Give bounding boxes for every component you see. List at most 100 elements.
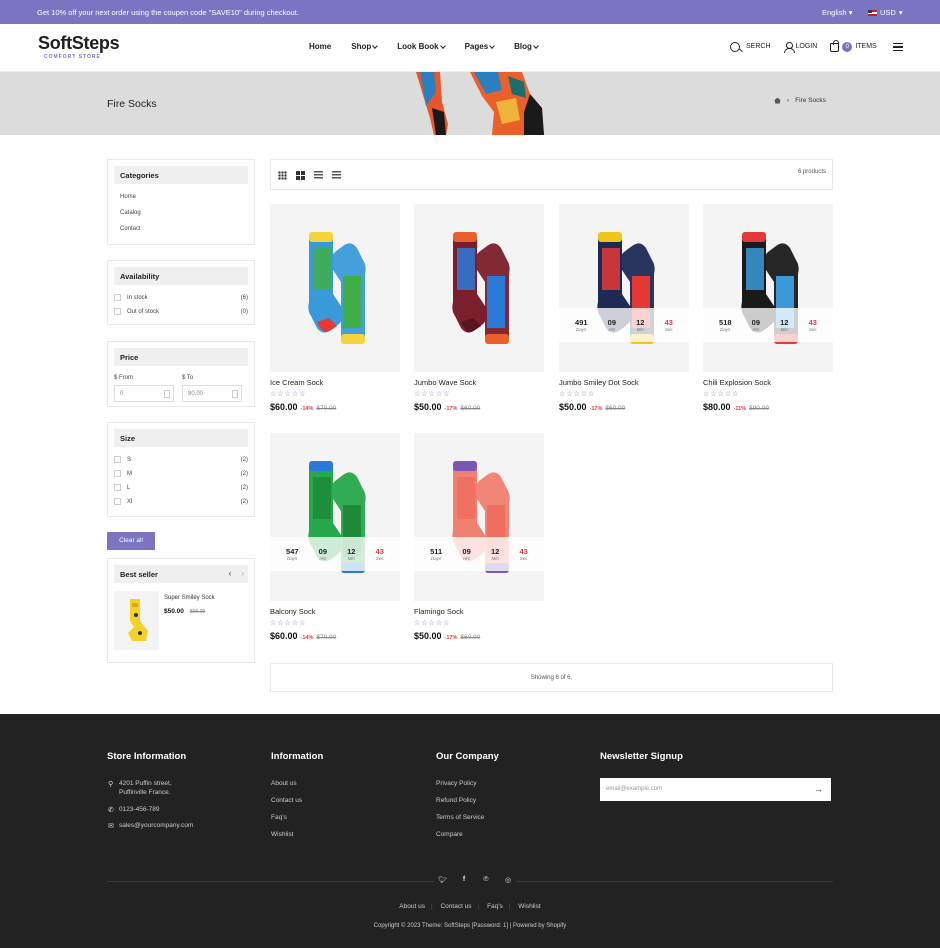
- stepper-icon[interactable]: [164, 390, 170, 398]
- nav-home[interactable]: Home: [309, 42, 331, 51]
- rating-stars: ☆☆☆☆☆: [703, 391, 740, 398]
- checkbox[interactable]: [114, 484, 121, 491]
- footer-link-faq[interactable]: Faq's: [271, 814, 287, 821]
- footer-link-about[interactable]: About us: [271, 780, 297, 787]
- footer-link-privacy[interactable]: Privacy Policy: [436, 780, 476, 787]
- pinterest-icon[interactable]: ℗: [482, 876, 490, 884]
- product-card[interactable]: 518 Days 09 Hrs 12 Min 43 Sec Chili Explosion So…: [703, 204, 833, 412]
- product-card[interactable]: 511 Days 09 Hrs 12 Min 43 Sec Flamingo Sock ☆☆☆☆☆…: [414, 433, 544, 641]
- nav-pages[interactable]: Pages: [465, 42, 495, 51]
- currency-selector[interactable]: USD ▾: [868, 8, 903, 17]
- timer-unit-min: 12 Min: [636, 318, 644, 332]
- chevron-down-icon: [372, 42, 379, 49]
- nav-shop[interactable]: Shop: [351, 42, 379, 51]
- price-to-input[interactable]: 80.00: [182, 385, 242, 402]
- phone-number[interactable]: 0123-456-789: [119, 806, 159, 813]
- bottom-link-faq[interactable]: Faq's: [487, 903, 503, 910]
- twitter-icon[interactable]: 🐦︎: [438, 876, 447, 884]
- old-price: $60.00: [460, 634, 481, 641]
- email-address[interactable]: sales@yourcompany.com: [119, 822, 193, 829]
- cart-button[interactable]: 0 ITEMS: [830, 40, 877, 52]
- category-link-catalog[interactable]: Catalog: [120, 210, 141, 216]
- copyright: Copyright © 2023 Theme: SoftSteps [Passw…: [373, 923, 567, 929]
- category-link-home[interactable]: Home: [120, 194, 136, 200]
- bottom-link-wishlist[interactable]: Wishlist: [518, 903, 540, 910]
- filter-in-stock[interactable]: In stock (6): [114, 294, 248, 301]
- product-name[interactable]: Jumbo Wave Sock: [414, 378, 544, 387]
- product-card[interactable]: Ice Cream Sock ☆☆☆☆☆ $60.00 -14% $70.00: [270, 204, 400, 412]
- menu-icon[interactable]: [893, 43, 903, 51]
- footer-link-wishlist[interactable]: Wishlist: [271, 831, 293, 838]
- product-image[interactable]: [414, 204, 544, 372]
- filter-size-s[interactable]: S (2): [114, 456, 248, 463]
- bottom-link-about[interactable]: About us: [399, 903, 425, 910]
- best-seller-name[interactable]: Super Smiley Sock: [164, 595, 215, 601]
- grid-4-view-icon[interactable]: [278, 171, 287, 180]
- product-image[interactable]: 547 Days 09 Hrs 12 Min 43 Sec: [270, 433, 400, 601]
- checkbox[interactable]: [114, 470, 121, 477]
- nav-blog[interactable]: Blog: [514, 42, 539, 51]
- chevron-right-icon[interactable]: ›: [241, 569, 244, 578]
- product-image[interactable]: 511 Days 09 Hrs 12 Min 43 Sec: [414, 433, 544, 601]
- chevron-left-icon[interactable]: ‹: [229, 569, 232, 578]
- product-card[interactable]: 491 Days 09 Hrs 12 Min 43 Sec Jumbo Smiley Dot S…: [559, 204, 689, 412]
- checkbox[interactable]: [114, 456, 121, 463]
- login-button[interactable]: LOGIN: [783, 41, 817, 53]
- filter-size-l[interactable]: L (2): [114, 484, 248, 491]
- category-link-contact[interactable]: Contact: [120, 226, 141, 232]
- filter-size-m[interactable]: M (2): [114, 470, 248, 477]
- filter-size-xl[interactable]: Xl (2): [114, 498, 248, 505]
- best-seller-image[interactable]: [114, 591, 159, 650]
- site-footer: Store Information ⚲ 4201 Puffin street, …: [0, 714, 940, 948]
- best-seller-nav: ‹ ›: [229, 569, 244, 578]
- currency-label: USD: [880, 8, 896, 17]
- filter-label: L: [127, 484, 131, 491]
- clear-all-button[interactable]: Clear all: [107, 532, 155, 550]
- instagram-icon[interactable]: ◎: [504, 876, 512, 884]
- timer-unit-min: 12 Min: [491, 547, 499, 561]
- product-price: $60.00: [270, 631, 298, 641]
- compact-list-view-icon[interactable]: [332, 171, 341, 180]
- main-nav: Home Shop Look Book Pages Blog: [309, 42, 539, 51]
- logo[interactable]: SoftSteps COMFORT STORE: [38, 33, 120, 60]
- footer-link-contact[interactable]: Contact us: [271, 797, 302, 804]
- timer-value: 43: [664, 318, 673, 327]
- arrow-right-icon[interactable]: →: [814, 784, 823, 794]
- footer-link-terms[interactable]: Terms of Service: [436, 814, 484, 821]
- filter-label: In stock: [127, 294, 148, 301]
- footer-link-compare[interactable]: Compare: [436, 831, 463, 838]
- phone-block: ✆ 0123-456-789: [108, 806, 159, 814]
- filter-out-of-stock[interactable]: Out of stock (0): [114, 308, 248, 315]
- price-from-input[interactable]: 0: [114, 385, 174, 402]
- timer-label: Sec: [519, 556, 528, 561]
- checkbox[interactable]: [114, 498, 121, 505]
- product-image[interactable]: 491 Days 09 Hrs 12 Min 43 Sec: [559, 204, 689, 372]
- footer-link-refund[interactable]: Refund Policy: [436, 797, 476, 804]
- grid-2-view-icon[interactable]: [296, 171, 305, 180]
- bottom-link-contact[interactable]: Contact us: [440, 903, 471, 910]
- product-card[interactable]: Jumbo Wave Sock ☆☆☆☆☆ $50.00 -17% $60.00: [414, 204, 544, 412]
- checkbox[interactable]: [114, 294, 121, 301]
- newsletter-email-field[interactable]: email@example.com →: [600, 778, 831, 801]
- home-icon[interactable]: [774, 97, 781, 104]
- product-name[interactable]: Flamingo Sock: [414, 607, 544, 616]
- facebook-icon[interactable]: f: [460, 876, 468, 884]
- product-name[interactable]: Chili Explosion Sock: [703, 378, 833, 387]
- product-image[interactable]: 518 Days 09 Hrs 12 Min 43 Sec: [703, 204, 833, 372]
- discount-badge: -17%: [444, 406, 458, 412]
- product-name[interactable]: Balcony Sock: [270, 607, 400, 616]
- product-price: $50.00: [559, 402, 587, 412]
- language-selector[interactable]: English ▾: [822, 8, 852, 17]
- product-image[interactable]: [270, 204, 400, 372]
- search-button[interactable]: SERCH: [730, 41, 771, 52]
- best-seller-old-price: $60.00: [190, 609, 206, 615]
- product-name[interactable]: Ice Cream Sock: [270, 378, 400, 387]
- timer-label: Days: [431, 556, 442, 561]
- email-block: ✉ sales@yourcompany.com: [108, 822, 193, 830]
- list-view-icon[interactable]: [314, 171, 323, 180]
- product-card[interactable]: 547 Days 09 Hrs 12 Min 43 Sec Balcony Sock ☆☆☆☆☆ $…: [270, 433, 400, 641]
- nav-look-book[interactable]: Look Book: [397, 42, 446, 51]
- product-name[interactable]: Jumbo Smiley Dot Sock: [559, 378, 689, 387]
- stepper-icon[interactable]: [232, 390, 238, 398]
- checkbox[interactable]: [114, 308, 121, 315]
